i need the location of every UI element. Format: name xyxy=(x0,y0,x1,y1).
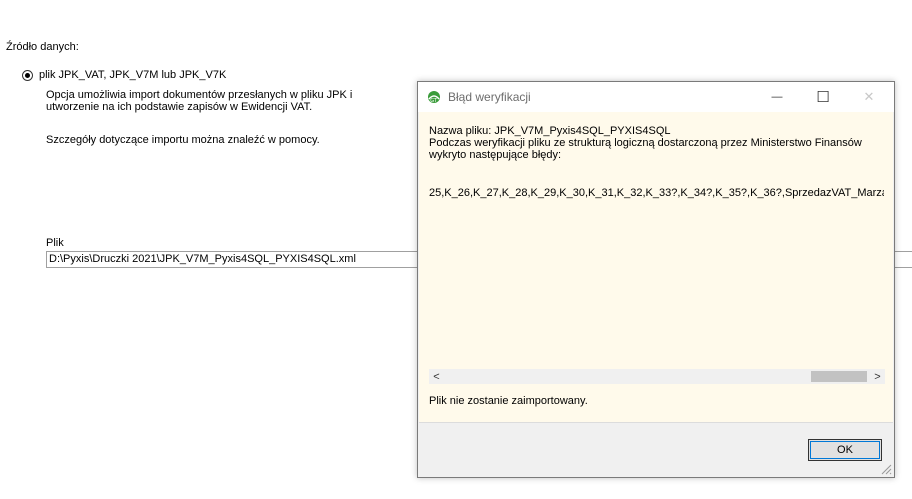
svg-text:GT: GT xyxy=(430,98,438,104)
ok-button[interactable]: OK xyxy=(808,439,882,461)
minimize-button[interactable]: — xyxy=(754,82,800,112)
dialog-titlebar[interactable]: GT Błąd weryfikacji — ☐ ✕ xyxy=(418,82,894,112)
close-icon: ✕ xyxy=(863,89,875,104)
import-description: Opcja umożliwia import dokumentów przesł… xyxy=(46,89,366,113)
scroll-right-button[interactable]: > xyxy=(870,369,885,384)
horizontal-scrollbar[interactable]: < > xyxy=(429,369,885,384)
maximize-icon: ☐ xyxy=(816,89,830,106)
radio-label: plik JPK_VAT, JPK_V7M lub JPK_V7K xyxy=(39,69,227,81)
gt-logo-icon: GT xyxy=(428,91,440,104)
verification-line-1: Podczas weryfikacji pliku ze strukturą l… xyxy=(429,137,862,149)
maximize-button[interactable]: ☐ xyxy=(800,82,846,112)
verification-message: Podczas weryfikacji pliku ze strukturą l… xyxy=(429,137,889,161)
radio-jpk-file[interactable]: plik JPK_VAT, JPK_V7M lub JPK_V7K xyxy=(22,69,226,81)
scrollbar-thumb[interactable] xyxy=(811,371,867,382)
resize-grip-icon[interactable] xyxy=(880,463,892,475)
error-content-area: Nazwa pliku: JPK_V7M_Pyxis4SQL_PYXIS4SQL… xyxy=(419,112,893,422)
not-imported-message: Plik nie zostanie zaimportowany. xyxy=(429,395,588,407)
file-label: Plik xyxy=(46,237,64,249)
scroll-left-button[interactable]: < xyxy=(429,369,444,384)
description-line-1: Opcja umożliwia import dokumentów przesł… xyxy=(46,89,353,101)
file-name-line: Nazwa pliku: JPK_V7M_Pyxis4SQL_PYXIS4SQL xyxy=(429,125,671,137)
chevron-right-icon: > xyxy=(874,370,881,383)
verification-line-2: wykryto następujące błędy: xyxy=(429,149,562,161)
close-button[interactable]: ✕ xyxy=(846,82,892,112)
source-label: Źródło danych: xyxy=(6,41,79,53)
footer-divider xyxy=(419,422,893,423)
dialog-title: Błąd weryfikacji xyxy=(448,90,531,104)
help-text: Szczegóły dotyczące importu można znaleź… xyxy=(46,134,320,146)
chevron-left-icon: < xyxy=(433,370,440,383)
verification-error-dialog: GT Błąd weryfikacji — ☐ ✕ Nazwa pliku: J… xyxy=(417,81,895,478)
error-details: 25,K_26,K_27,K_28,K_29,K_30,K_31,K_32,K_… xyxy=(429,187,884,199)
description-line-2: utworzenie na ich podstawie zapisów w Ew… xyxy=(46,101,313,113)
radio-selected-icon[interactable] xyxy=(22,69,33,81)
minimize-icon: — xyxy=(771,91,783,103)
